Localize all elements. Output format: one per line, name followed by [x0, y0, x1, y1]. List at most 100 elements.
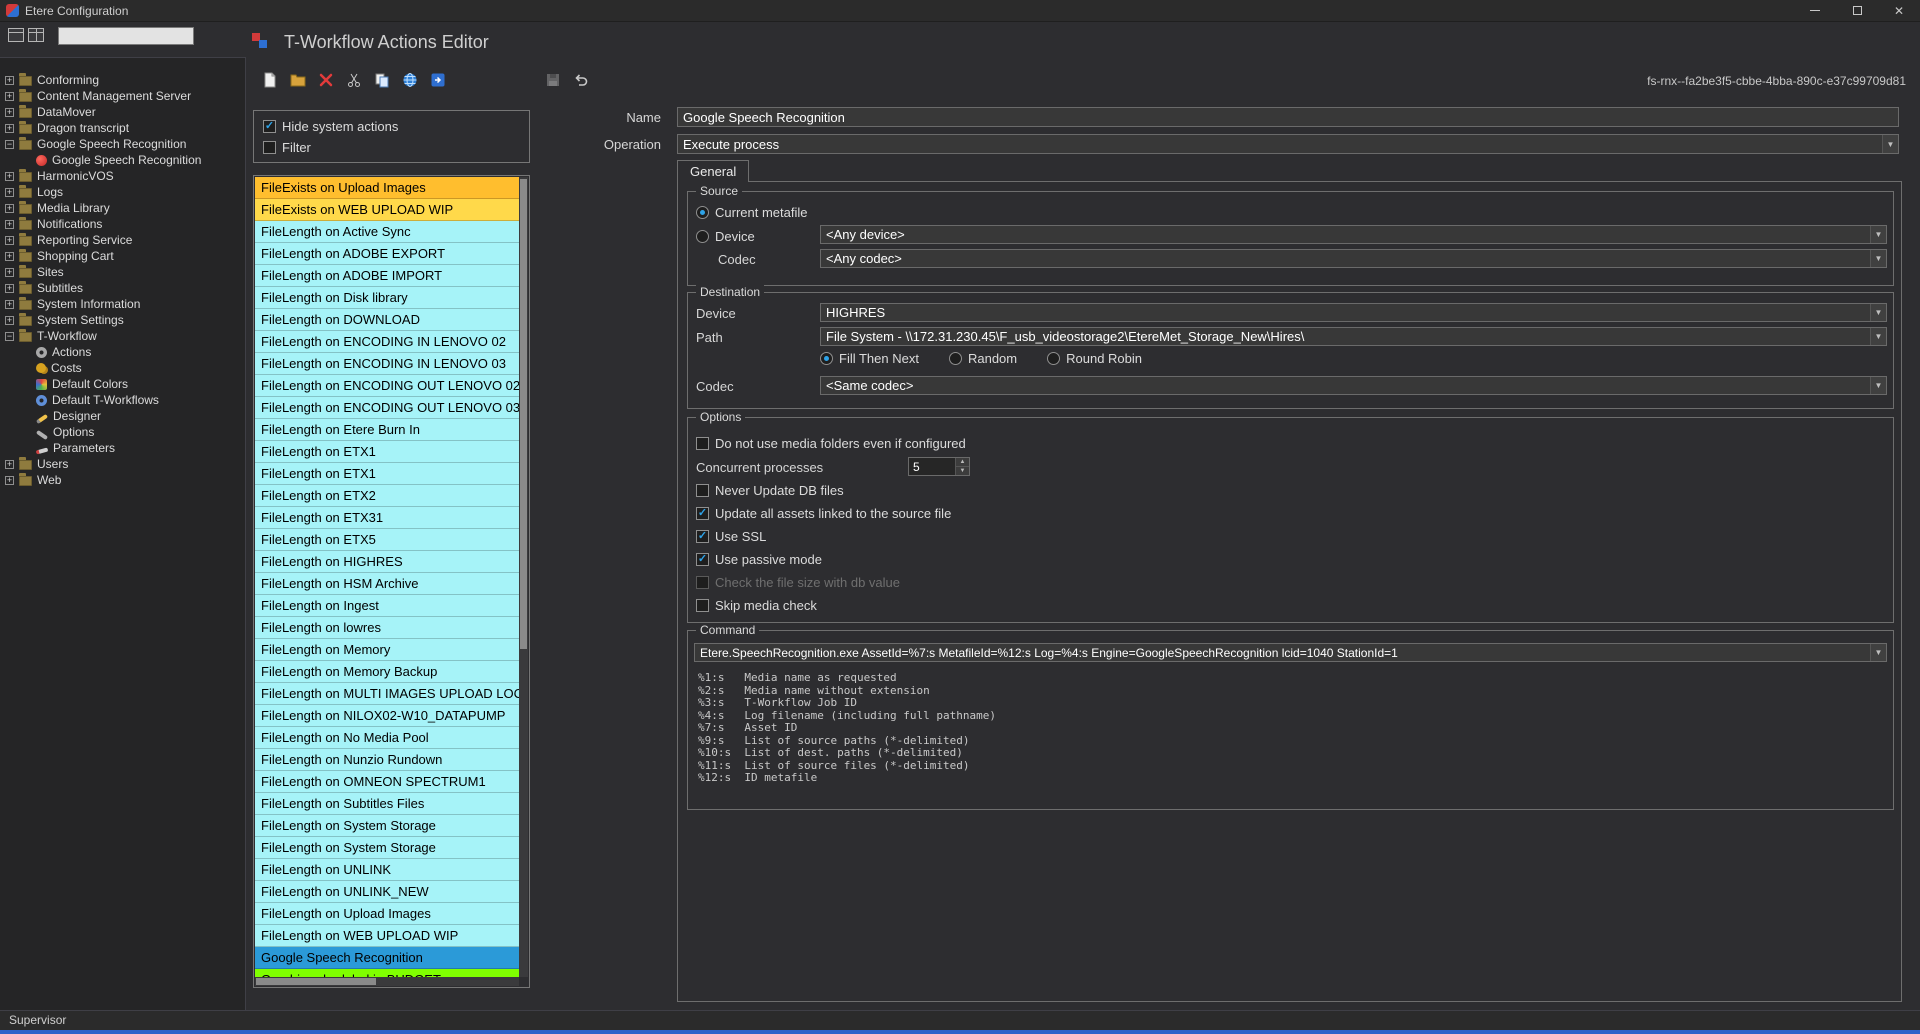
- source-device-radio[interactable]: Device: [696, 228, 755, 244]
- expand-icon[interactable]: +: [5, 124, 14, 133]
- tree-item-google-speech-recognition[interactable]: −Google Speech Recognition: [0, 136, 245, 152]
- action-item-filelength-on-ingest[interactable]: FileLength on Ingest: [255, 595, 519, 617]
- web-publish-button[interactable]: [400, 70, 420, 90]
- collapse-icon[interactable]: −: [5, 332, 14, 341]
- expand-icon[interactable]: +: [5, 252, 14, 261]
- action-item-filelength-on-no-media-pool[interactable]: FileLength on No Media Pool: [255, 727, 519, 749]
- action-item-filelength-on-encoding-out-lenovo-03[interactable]: FileLength on ENCODING OUT LENOVO 03: [255, 397, 519, 419]
- current-metafile-radio[interactable]: Current metafile: [696, 204, 807, 220]
- tree-item-dragon-transcript[interactable]: +Dragon transcript: [0, 120, 245, 136]
- tree-item-parameters[interactable]: Parameters: [0, 440, 245, 456]
- tree-item-subtitles[interactable]: +Subtitles: [0, 280, 245, 296]
- scrollbar-thumb[interactable]: [256, 978, 376, 985]
- tree-item-logs[interactable]: +Logs: [0, 184, 245, 200]
- tree-item-t-workflow[interactable]: −T-Workflow: [0, 328, 245, 344]
- expand-icon[interactable]: +: [5, 92, 14, 101]
- open-button[interactable]: [288, 70, 308, 90]
- action-item-filelength-on-encoding-out-lenovo-02[interactable]: FileLength on ENCODING OUT LENOVO 02: [255, 375, 519, 397]
- tree-item-options[interactable]: Options: [0, 424, 245, 440]
- expand-icon[interactable]: +: [5, 188, 14, 197]
- radio-round-robin[interactable]: Round Robin: [1047, 350, 1142, 366]
- tree-item-designer[interactable]: Designer: [0, 408, 245, 424]
- save-button[interactable]: [543, 70, 563, 90]
- filter-checkbox[interactable]: ✓ Filter: [263, 140, 520, 155]
- tree-item-costs[interactable]: Costs: [0, 360, 245, 376]
- expand-icon[interactable]: +: [5, 236, 14, 245]
- action-item-filelength-on-unlink[interactable]: FileLength on UNLINK: [255, 859, 519, 881]
- action-item-filelength-on-etx31[interactable]: FileLength on ETX31: [255, 507, 519, 529]
- action-item-filelength-on-encoding-in-lenovo-03[interactable]: FileLength on ENCODING IN LENOVO 03: [255, 353, 519, 375]
- action-item-filelength-on-nunzio-rundown[interactable]: FileLength on Nunzio Rundown: [255, 749, 519, 771]
- action-item-filelength-on-etx1[interactable]: FileLength on ETX1: [255, 441, 519, 463]
- checkbox-never-update-db-files[interactable]: ✓Never Update DB files: [696, 482, 951, 498]
- expand-icon[interactable]: +: [5, 284, 14, 293]
- undo-button[interactable]: [571, 70, 591, 90]
- action-item-filelength-on-highres[interactable]: FileLength on HIGHRES: [255, 551, 519, 573]
- tree-item-media-library[interactable]: +Media Library: [0, 200, 245, 216]
- cut-button[interactable]: [344, 70, 364, 90]
- action-item-filelength-on-lowres[interactable]: FileLength on lowres: [255, 617, 519, 639]
- expand-icon[interactable]: +: [5, 172, 14, 181]
- expand-icon[interactable]: +: [5, 76, 14, 85]
- checkbox-use-ssl[interactable]: ✓Use SSL: [696, 528, 951, 544]
- close-button[interactable]: ✕: [1878, 0, 1920, 21]
- checkbox-update-all-assets-linked-to-the-source-file[interactable]: ✓Update all assets linked to the source …: [696, 505, 951, 521]
- tree-item-default-colors[interactable]: Default Colors: [0, 376, 245, 392]
- action-item-fileexists-on-upload-images[interactable]: FileExists on Upload Images: [255, 177, 519, 199]
- horizontal-scrollbar[interactable]: [255, 977, 519, 986]
- expand-icon[interactable]: +: [5, 460, 14, 469]
- tree-item-system-information[interactable]: +System Information: [0, 296, 245, 312]
- tree-item-harmonicvos[interactable]: +HarmonicVOS: [0, 168, 245, 184]
- quick-search-box[interactable]: [58, 27, 194, 45]
- action-item-filelength-on-system-storage[interactable]: FileLength on System Storage: [255, 837, 519, 859]
- action-item-google-speech-recognition[interactable]: Google Speech Recognition: [255, 947, 519, 969]
- delete-button[interactable]: [316, 70, 336, 90]
- destination-codec-select[interactable]: <Same codec> ▼: [820, 376, 1887, 395]
- hide-system-actions-checkbox[interactable]: ✓ Hide system actions: [263, 119, 520, 134]
- tab-general[interactable]: General: [677, 160, 749, 182]
- destination-device-select[interactable]: HIGHRES ▼: [820, 303, 1887, 322]
- action-item-filelength-on-etere-burn-in[interactable]: FileLength on Etere Burn In: [255, 419, 519, 441]
- action-item-filelength-on-encoding-in-lenovo-02[interactable]: FileLength on ENCODING IN LENOVO 02: [255, 331, 519, 353]
- action-item-filelength-on-memory-backup[interactable]: FileLength on Memory Backup: [255, 661, 519, 683]
- tree-item-system-settings[interactable]: +System Settings: [0, 312, 245, 328]
- radio-fill-then-next[interactable]: Fill Then Next: [820, 350, 919, 366]
- expand-icon[interactable]: +: [5, 316, 14, 325]
- maximize-button[interactable]: [1836, 0, 1878, 21]
- action-item-filelength-on-active-sync[interactable]: FileLength on Active Sync: [255, 221, 519, 243]
- spin-up-icon[interactable]: ▲: [956, 458, 969, 466]
- tree-item-reporting-service[interactable]: +Reporting Service: [0, 232, 245, 248]
- action-item-filelength-on-omneon-spectrum1[interactable]: FileLength on OMNEON SPECTRUM1: [255, 771, 519, 793]
- name-input[interactable]: [677, 107, 1899, 127]
- source-device-select[interactable]: <Any device> ▼: [820, 225, 1887, 244]
- action-item-filelength-on-etx5[interactable]: FileLength on ETX5: [255, 529, 519, 551]
- layout-grid-icon[interactable]: [8, 28, 24, 42]
- tree-item-shopping-cart[interactable]: +Shopping Cart: [0, 248, 245, 264]
- scrollbar-thumb[interactable]: [520, 179, 527, 649]
- source-codec-select[interactable]: <Any codec> ▼: [820, 249, 1887, 268]
- action-item-filelength-on-subtitles-files[interactable]: FileLength on Subtitles Files: [255, 793, 519, 815]
- action-item-filelength-on-web-upload-wip[interactable]: FileLength on WEB UPLOAD WIP: [255, 925, 519, 947]
- operation-select[interactable]: Execute process ▼: [677, 134, 1899, 154]
- tree-item-web[interactable]: +Web: [0, 472, 245, 488]
- tree-item-datamover[interactable]: +DataMover: [0, 104, 245, 120]
- spin-down-icon[interactable]: ▼: [956, 466, 969, 475]
- copy-button[interactable]: [372, 70, 392, 90]
- layout-split-icon[interactable]: [28, 28, 44, 42]
- action-item-filelength-on-hsm-archive[interactable]: FileLength on HSM Archive: [255, 573, 519, 595]
- export-button[interactable]: [428, 70, 448, 90]
- command-select[interactable]: Etere.SpeechRecognition.exe AssetId=%7:s…: [694, 643, 1887, 662]
- destination-path-select[interactable]: File System - \\172.31.230.45\F_usb_vide…: [820, 327, 1887, 346]
- expand-icon[interactable]: +: [5, 300, 14, 309]
- action-item-filelength-on-adobe-import[interactable]: FileLength on ADOBE IMPORT: [255, 265, 519, 287]
- tree-item-notifications[interactable]: +Notifications: [0, 216, 245, 232]
- tree-item-conforming[interactable]: +Conforming: [0, 72, 245, 88]
- tree-item-users[interactable]: +Users: [0, 456, 245, 472]
- action-item-filelength-on-memory[interactable]: FileLength on Memory: [255, 639, 519, 661]
- action-item-filelength-on-system-storage[interactable]: FileLength on System Storage: [255, 815, 519, 837]
- tree-item-default-t-workflows[interactable]: Default T-Workflows: [0, 392, 245, 408]
- new-action-button[interactable]: [260, 70, 280, 90]
- checkbox-skip-media-check[interactable]: ✓Skip media check: [696, 597, 951, 613]
- expand-icon[interactable]: +: [5, 476, 14, 485]
- action-item-graphic-scheduled-in-budget[interactable]: Graphic scheduled in BUDGET: [255, 969, 519, 977]
